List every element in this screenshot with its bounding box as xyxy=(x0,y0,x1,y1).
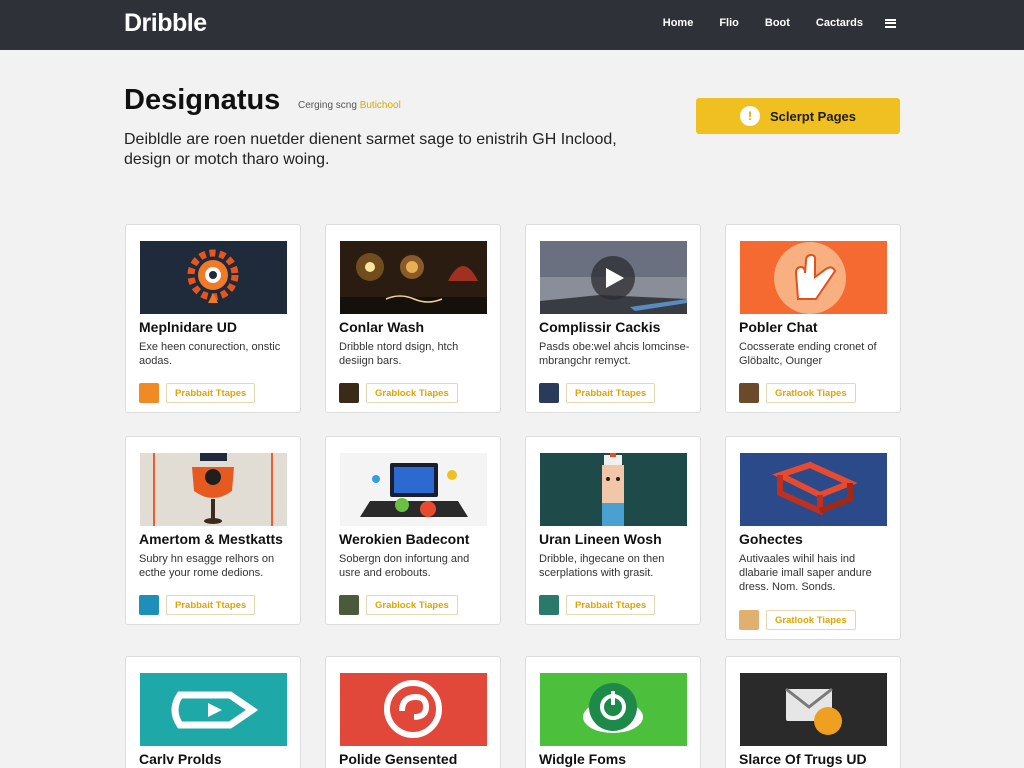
tag-button[interactable]: Grablock Tiapes xyxy=(366,383,458,403)
card-description: Exe heen conurection, onstic aodas. xyxy=(139,341,281,367)
avatar[interactable] xyxy=(139,595,159,615)
select-pages-label: Sclerpt Pages xyxy=(770,108,856,124)
card-title[interactable]: Polide Gensented xyxy=(339,751,499,767)
orange-gear-icon[interactable] xyxy=(140,241,287,314)
card-footer: Prabbait Ttapes xyxy=(139,383,256,403)
hero-tagline-prefix: Cerging scng xyxy=(298,100,357,111)
nav-item-flio[interactable]: Flio xyxy=(719,17,739,29)
shot-card[interactable]: Conlar Wash Dribble ntord dsign, htch de… xyxy=(325,224,501,413)
card-title[interactable]: Slarce Of Trugs UD xyxy=(739,751,899,767)
shot-card[interactable]: Uran Lineen Wosh Dribble, ihgecane on th… xyxy=(525,436,701,625)
nav-item-cactards[interactable]: Cactards xyxy=(816,17,863,29)
shot-card[interactable]: Slarce Of Trugs UD xyxy=(725,656,901,768)
card-title[interactable]: Pobler Chat xyxy=(739,319,899,335)
avatar[interactable] xyxy=(539,595,559,615)
tag-button[interactable]: Prabbait Ttapes xyxy=(566,595,656,615)
hero-tagline-accent[interactable]: Butichool xyxy=(360,100,401,111)
avatar[interactable] xyxy=(139,383,159,403)
tag-button[interactable]: Prabbait Ttapes xyxy=(166,595,256,615)
tag-button[interactable]: Gratlook Tiapes xyxy=(766,610,856,630)
play-video-icon[interactable] xyxy=(540,241,687,314)
card-description: Cocsserate ending cronet of Glöbaltc, Ou… xyxy=(739,341,877,367)
nav-item-boot[interactable]: Boot xyxy=(765,17,790,29)
shot-card[interactable]: Carlv Prolds xyxy=(125,656,301,768)
card-footer: Prabbait Ttapes xyxy=(139,595,256,615)
robot-mascot-icon[interactable] xyxy=(140,453,287,526)
shot-card[interactable]: Meplnidare UD Exe heen conurection, onst… xyxy=(125,224,301,413)
brand-logo[interactable]: Dribble xyxy=(124,9,207,38)
card-description: Sobergn don infortung and usre and erobo… xyxy=(339,553,470,579)
card-footer: Prabbait Ttapes xyxy=(539,383,656,403)
card-footer: Grablock Tiapes xyxy=(339,595,458,615)
card-title[interactable]: Widgle Foms xyxy=(539,751,699,767)
card-description: Dribble, ihgecane on then scerplations w… xyxy=(539,553,665,579)
shot-card[interactable]: Gohectes Autivaales wihil hais ind dlaba… xyxy=(725,436,901,640)
avatar[interactable] xyxy=(739,383,759,403)
card-title[interactable]: Amertom & Mestkatts xyxy=(139,531,299,547)
night-lights-icon[interactable] xyxy=(340,241,487,314)
avatar[interactable] xyxy=(539,383,559,403)
shot-card[interactable]: Polide Gensented xyxy=(325,656,501,768)
arrow-tag-icon[interactable] xyxy=(140,673,287,746)
hero-tagline: Cerging scng Butichool xyxy=(298,100,401,111)
card-title[interactable]: Complissir Cackis xyxy=(539,319,699,335)
card-title[interactable]: Carlv Prolds xyxy=(139,751,299,767)
tag-button[interactable]: Prabbait Ttapes xyxy=(166,383,256,403)
page-title: Designatus xyxy=(124,84,281,116)
power-button-icon[interactable] xyxy=(540,673,687,746)
card-title[interactable]: Conlar Wash xyxy=(339,319,499,335)
card-footer: Grablock Tiapes xyxy=(339,383,458,403)
card-footer: Gratlook Tiapes xyxy=(739,610,856,630)
select-pages-button[interactable]: ! Sclerpt Pages xyxy=(696,98,900,134)
card-title[interactable]: Uran Lineen Wosh xyxy=(539,531,699,547)
tag-button[interactable]: Gratlook Tiapes xyxy=(766,383,856,403)
info-circle-icon: ! xyxy=(740,106,760,126)
card-description: Pasds obe:wel ahcis lomcinse-mbrangchr r… xyxy=(539,341,690,367)
envelope-icon[interactable] xyxy=(740,673,887,746)
card-title[interactable]: Meplnidare UD xyxy=(139,319,299,335)
shot-card[interactable]: Werokien Badecont Sobergn don infortung … xyxy=(325,436,501,625)
shot-card[interactable]: Complissir Cackis Pasds obe:wel ahcis lo… xyxy=(525,224,701,413)
laptop-icon[interactable] xyxy=(340,453,487,526)
hero-description: Deibldle are roen nuetder dienent sarmet… xyxy=(124,131,617,168)
tall-character-icon[interactable] xyxy=(540,453,687,526)
card-footer: Prabbait Ttapes xyxy=(539,595,656,615)
shot-card[interactable]: Pobler Chat Cocsserate ending cronet of … xyxy=(725,224,901,413)
card-description: Autivaales wihil hais ind dlabarie imall… xyxy=(739,553,872,593)
swirl-logo-icon[interactable] xyxy=(340,673,487,746)
hand-wave-icon[interactable] xyxy=(740,241,887,314)
card-title[interactable]: Werokien Badecont xyxy=(339,531,499,547)
tag-button[interactable]: Prabbait Ttapes xyxy=(566,383,656,403)
nav-item-home[interactable]: Home xyxy=(663,17,694,29)
avatar[interactable] xyxy=(339,383,359,403)
card-description: Dribble ntord dsign, htch desiign bars. xyxy=(339,341,459,367)
tag-button[interactable]: Grablock Tiapes xyxy=(366,595,458,615)
shot-card[interactable]: Widgle Foms xyxy=(525,656,701,768)
avatar[interactable] xyxy=(739,610,759,630)
isometric-frame-icon[interactable] xyxy=(740,453,887,526)
card-description: Subry hn esagge relhors on ecthe your ro… xyxy=(139,553,275,579)
main-nav: Home Flio Boot Cactards xyxy=(637,17,896,29)
card-footer: Gratlook Tiapes xyxy=(739,383,856,403)
avatar[interactable] xyxy=(339,595,359,615)
card-title[interactable]: Gohectes xyxy=(739,531,899,547)
shot-card[interactable]: Amertom & Mestkatts Subry hn esagge relh… xyxy=(125,436,301,625)
top-navigation-bar: Dribble Home Flio Boot Cactards xyxy=(0,0,1024,50)
hamburger-menu-icon[interactable] xyxy=(885,18,896,28)
